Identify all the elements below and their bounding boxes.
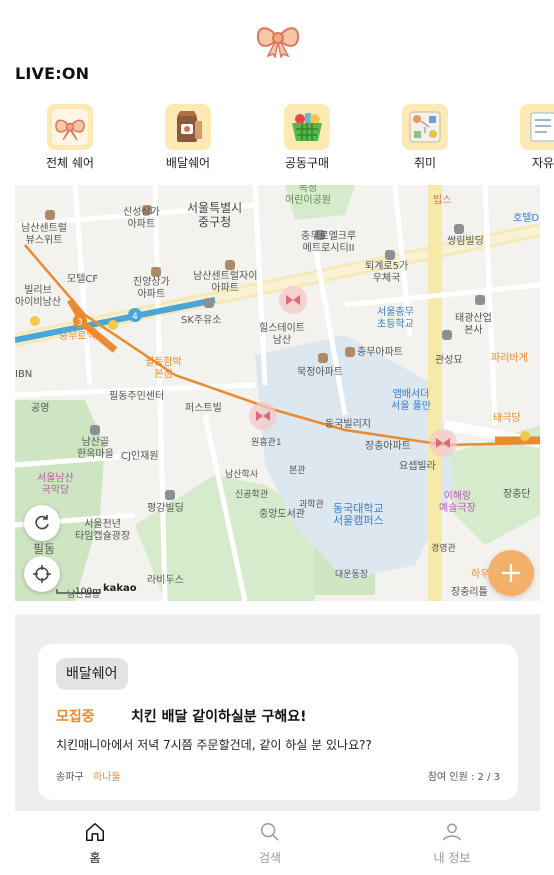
map-label: 충무아파트 xyxy=(357,347,403,358)
map-label: 남산센트럴 뷰스위트 xyxy=(21,223,67,246)
tab-label: 홈 xyxy=(89,851,101,865)
map-label: 장충리틀 xyxy=(451,587,488,598)
plus-icon xyxy=(502,564,520,582)
map-label: 평강빌딩 xyxy=(147,503,184,514)
map-view[interactable]: 3 4 신성상가 아파트 서울특별시 중구청 목정 어린이공원 빕스 호텔D 남… xyxy=(15,185,540,601)
category-group-buy[interactable]: 공동구매 xyxy=(262,104,352,171)
ribbon-bow-icon xyxy=(254,18,302,59)
map-label: 남산센트럴자이 아파트 xyxy=(193,271,258,294)
post-author: 하나둘 xyxy=(93,772,121,783)
map-label: 힐스테이트 남산 xyxy=(259,323,305,346)
home-icon xyxy=(86,823,104,841)
category-label: 자유 xyxy=(531,156,554,170)
hobby-board-icon xyxy=(402,104,448,150)
free-icon xyxy=(520,104,554,150)
category-hobby[interactable]: 취미 xyxy=(380,104,470,171)
map-label: 동국빌리지 xyxy=(325,419,371,430)
post-feed: 배달쉐어 모집중 치킨 배달 같이하실분 구해요! 치킨매니아에서 저녁 7시쯤… xyxy=(15,614,540,811)
post-title: 치킨 배달 같이하실분 구해요! xyxy=(131,709,307,725)
person-icon xyxy=(443,823,461,841)
map-label: 앰배서더 서울 풀만 xyxy=(391,389,431,412)
brand-title: LIVE:ON xyxy=(15,64,90,83)
map-label: 경영관 xyxy=(431,544,456,554)
map-label: 태극당 xyxy=(493,413,521,424)
map-label: 빕스 xyxy=(433,195,452,206)
map-label: 필동 xyxy=(33,542,56,556)
map-label: 서울천년 타임캡슐광장 xyxy=(75,519,131,542)
map-label: 필동함박 본점 xyxy=(145,357,182,380)
map-label: 충무로엘크루 메트로시티II xyxy=(301,231,357,254)
map-label: 관성묘 xyxy=(435,355,463,366)
map-label: 충무로역 xyxy=(59,331,96,342)
map-label: 남산골 한옥마을 xyxy=(77,437,114,460)
svg-text:4: 4 xyxy=(132,312,138,322)
map-label: 모텔CF xyxy=(67,274,99,285)
refresh-map-button[interactable] xyxy=(24,505,60,541)
map-label: 쌍림빌딩 xyxy=(447,236,484,247)
tab-search[interactable]: 검색 xyxy=(210,821,330,866)
map-label: 빌리브 아이비남산 xyxy=(15,285,61,308)
map-scale-label: 100m xyxy=(75,587,101,597)
map-label: CJ인재원 xyxy=(121,451,159,462)
map-label: 묵정아파트 xyxy=(297,367,343,378)
map-label: 서울특별시 중구청 xyxy=(187,201,243,229)
map-label: 라비두스 xyxy=(147,575,184,586)
post-body: 치킨매니아에서 저녁 7시쯤 주문할건데, 같이 하실 분 있나요?? xyxy=(56,738,372,752)
create-post-button[interactable] xyxy=(488,550,534,596)
map-label: 퇴계로5가 우체국 xyxy=(365,261,409,284)
map-label: 태광산업 본사 xyxy=(455,313,492,336)
post-category-badge: 배달쉐어 xyxy=(56,658,128,690)
crosshair-icon xyxy=(33,565,51,583)
category-all-share[interactable]: 전체 쉐어 xyxy=(25,104,115,171)
tab-label: 내 정보 xyxy=(433,851,471,865)
map-label: 장충아파트 xyxy=(365,441,411,452)
map-label: IBN xyxy=(15,369,33,380)
category-label: 취미 xyxy=(413,156,437,170)
map-label: 진양상가 아파트 xyxy=(133,277,170,300)
category-label: 배달쉐어 xyxy=(165,156,211,170)
category-label: 전체 쉐어 xyxy=(46,156,94,170)
map-label: 목정 어린이공원 xyxy=(285,185,331,206)
map-label: 파리바게 xyxy=(491,353,528,364)
map-provider-logo: kakao xyxy=(103,583,137,594)
category-row: 전체 쉐어 배달쉐어 공동구매 취미 자유 xyxy=(0,104,554,176)
delivery-bag-icon xyxy=(165,104,211,150)
map-label: 필동주민센터 xyxy=(109,391,165,402)
refresh-icon xyxy=(35,515,49,530)
map-label: 이해랑 예술극장 xyxy=(439,491,476,514)
map-label: 대운동장 xyxy=(335,570,369,580)
map-label: 서울충무 초등학교 xyxy=(377,307,414,330)
map-label: 장충단 xyxy=(503,489,531,500)
tab-my-info[interactable]: 내 정보 xyxy=(392,821,512,866)
svg-text:3: 3 xyxy=(77,318,83,328)
map-label: 원흥관1 xyxy=(251,438,282,448)
post-region: 송파구 xyxy=(56,772,84,783)
map-label: 동국대학교 서울캠퍼스 xyxy=(333,502,384,527)
post-participants: 참여 인원 : 2 / 3 xyxy=(427,772,500,783)
map-label: 신공학관 xyxy=(235,490,269,500)
current-location-button[interactable] xyxy=(24,556,60,592)
category-delivery-share[interactable]: 배달쉐어 xyxy=(143,104,233,171)
map-label: 공영 xyxy=(31,403,50,414)
map-label: 과학관 xyxy=(299,500,324,510)
post-card[interactable]: 배달쉐어 모집중 치킨 배달 같이하실분 구해요! 치킨매니아에서 저녁 7시쯤… xyxy=(38,644,518,800)
map-label: 본관 xyxy=(289,466,306,476)
search-icon xyxy=(261,823,279,841)
shopping-basket-icon xyxy=(284,104,330,150)
map-label: 요셉빌라 xyxy=(399,461,436,472)
category-label: 공동구매 xyxy=(284,156,330,170)
map-label: SK주유소 xyxy=(181,315,222,326)
bottom-tab-bar: 홈 검색 내 정보 xyxy=(0,811,554,875)
tab-label: 검색 xyxy=(258,851,282,865)
map-label: 호텔D xyxy=(513,213,540,224)
map-label: 퍼스트빌 xyxy=(185,403,222,414)
ribbon-icon xyxy=(47,104,93,150)
post-status: 모집중 xyxy=(56,709,95,725)
map-label: 하우 xyxy=(471,569,490,580)
map-label: 서울남산 국악당 xyxy=(37,473,74,496)
map-label: 신성상가 아파트 xyxy=(123,207,160,230)
category-free[interactable]: 자유 xyxy=(498,104,554,171)
map-label: 남산학사 xyxy=(225,470,259,480)
tab-home[interactable]: 홈 xyxy=(35,821,155,866)
